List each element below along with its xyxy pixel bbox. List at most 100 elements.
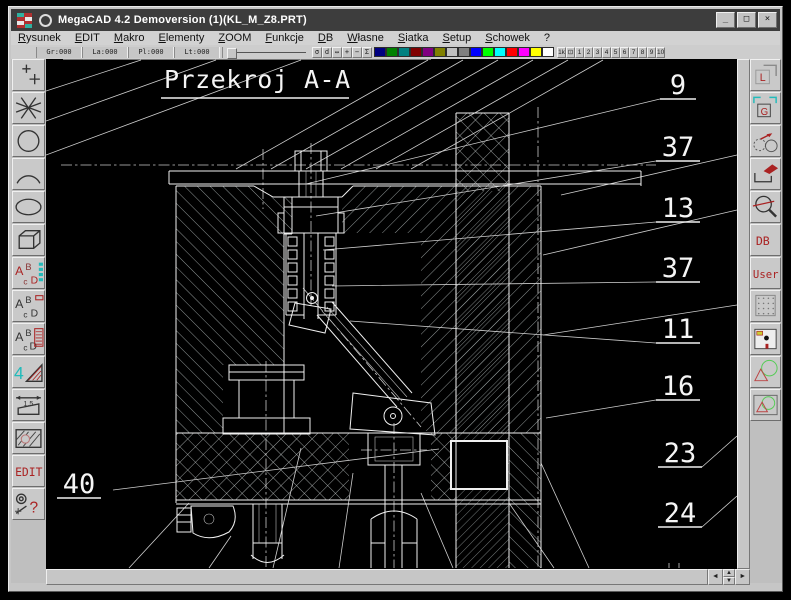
minimize-button[interactable]: _	[716, 12, 735, 28]
points-tool-button[interactable]	[12, 59, 45, 91]
megacad-logo-icon	[17, 13, 32, 28]
grid-tool-button[interactable]	[750, 290, 781, 322]
arc-icon	[13, 159, 44, 189]
pan-left-button[interactable]: ◄	[708, 569, 723, 585]
arc-tool-button[interactable]	[12, 158, 45, 190]
mini-button-4[interactable]: −	[352, 47, 362, 58]
menu-siatka[interactable]: Siatka	[391, 32, 436, 44]
edit-tool-button[interactable]: EDIT	[12, 455, 45, 487]
menu-rysunek[interactable]: Rysunek	[11, 32, 68, 44]
dimension-tool-button[interactable]: 1.5	[12, 389, 45, 421]
menu-?[interactable]: ?	[537, 32, 557, 44]
text-block-tool-button[interactable]: ABcD	[12, 323, 45, 355]
color-swatch-13[interactable]	[530, 47, 542, 57]
mini-button-5[interactable]: Σ	[362, 47, 372, 58]
view-button-9[interactable]: 8	[638, 47, 647, 58]
color-swatch-11[interactable]	[506, 47, 518, 57]
mini-button-1[interactable]: d	[322, 47, 332, 58]
view-button-10[interactable]: 9	[647, 47, 656, 58]
db-tool-button[interactable]: DB	[750, 224, 781, 256]
color-swatch-8[interactable]	[470, 47, 482, 57]
top-toolbar: Gr:000La:000Pl:000Lt:000 σd↔+−Σ 1k⊡12345…	[11, 45, 780, 59]
text-tool-button[interactable]: ABcD	[12, 290, 45, 322]
status-button-2[interactable]: Pl:000	[128, 47, 174, 58]
horizontal-scrollbar[interactable]	[46, 569, 708, 585]
color-swatch-14[interactable]	[542, 47, 554, 57]
color-swatch-10[interactable]	[494, 47, 506, 57]
group-g-tool-button[interactable]: G	[750, 92, 781, 124]
menu-zoom[interactable]: ZOOM	[211, 32, 258, 44]
status-button-0[interactable]: Gr:000	[36, 47, 82, 58]
slider-thumb[interactable]	[227, 48, 237, 59]
color-swatch-2[interactable]	[398, 47, 410, 57]
view-button-3[interactable]: 2	[584, 47, 593, 58]
user-tool-button[interactable]: User	[750, 257, 781, 289]
system-menu-icon[interactable]	[39, 14, 52, 27]
snap-tool-button[interactable]	[750, 323, 781, 355]
svg-text:c: c	[23, 310, 27, 319]
vertical-scrollbar[interactable]	[737, 59, 750, 569]
color-swatch-9[interactable]	[482, 47, 494, 57]
color-swatch-6[interactable]	[446, 47, 458, 57]
view-button-8[interactable]: 7	[629, 47, 638, 58]
cad-drawing: Przekroj A-A 93713371116232440	[46, 59, 737, 569]
svg-text:?: ?	[30, 499, 39, 516]
surface-tool-button[interactable]	[750, 158, 781, 190]
view-button-1[interactable]: ⊡	[566, 47, 575, 58]
close-button[interactable]: ×	[758, 12, 777, 28]
svg-text:D: D	[31, 275, 38, 286]
color-swatch-0[interactable]	[374, 47, 386, 57]
lines-tool-button[interactable]	[12, 92, 45, 124]
view-buttons: 1k⊡12345678910	[557, 47, 665, 58]
menu-edit[interactable]: EDIT	[68, 32, 107, 44]
hatch-tool-button[interactable]	[12, 422, 45, 454]
pan-up-button[interactable]: ▲	[723, 569, 736, 577]
color-swatch-7[interactable]	[458, 47, 470, 57]
hatch-dim-tool-button[interactable]: 4	[12, 356, 45, 388]
zoom-slider[interactable]	[222, 47, 310, 58]
menu-setup[interactable]: Setup	[435, 32, 478, 44]
menu-makro[interactable]: Makro	[107, 32, 152, 44]
drawing-canvas[interactable]: Przekroj A-A 93713371116232440	[46, 59, 737, 569]
help-icon: ?	[13, 489, 44, 519]
move-tool-button[interactable]	[750, 125, 781, 157]
color-swatch-4[interactable]	[422, 47, 434, 57]
menu-schowek[interactable]: Schowek	[478, 32, 537, 44]
zoom-redline-tool-button[interactable]	[750, 191, 781, 223]
circle-tool-button[interactable]	[12, 125, 45, 157]
mini-button-2[interactable]: ↔	[332, 47, 342, 58]
color-swatch-12[interactable]	[518, 47, 530, 57]
menu-elementy[interactable]: Elementy	[151, 32, 211, 44]
layer-l-tool-button[interactable]: L	[750, 59, 781, 91]
menu-funkcje[interactable]: Funkcje	[258, 32, 311, 44]
pan-down-button[interactable]: ▼	[723, 577, 736, 585]
maximize-button[interactable]: □	[737, 12, 756, 28]
view-button-0[interactable]: 1k	[557, 47, 566, 58]
color-swatch-5[interactable]	[434, 47, 446, 57]
status-button-3[interactable]: Lt:000	[174, 47, 220, 58]
view-button-6[interactable]: 5	[611, 47, 620, 58]
view-button-2[interactable]: 1	[575, 47, 584, 58]
menu-wasne[interactable]: Własne	[340, 32, 391, 44]
group-g-icon: G	[751, 93, 780, 123]
text-color-tool-button[interactable]: ABcD	[12, 257, 45, 289]
view-button-4[interactable]: 3	[593, 47, 602, 58]
vertical-scrollbar-thumb[interactable]	[737, 59, 750, 569]
menu-db[interactable]: DB	[311, 32, 340, 44]
svg-text:D: D	[31, 308, 38, 319]
view-button-5[interactable]: 4	[602, 47, 611, 58]
mini-button-0[interactable]: σ	[312, 47, 322, 58]
view-button-7[interactable]: 6	[620, 47, 629, 58]
shapes-tool-button[interactable]	[750, 356, 781, 388]
ellipse-tool-button[interactable]	[12, 191, 45, 223]
pan-right-button[interactable]: ►	[735, 569, 750, 585]
shapes-box-tool-button[interactable]	[750, 389, 781, 421]
help-tool-button[interactable]: ?	[12, 488, 45, 520]
view-button-11[interactable]: 10	[656, 47, 665, 58]
horizontal-scrollbar-thumb[interactable]	[46, 569, 708, 585]
status-button-1[interactable]: La:000	[82, 47, 128, 58]
mini-button-3[interactable]: +	[342, 47, 352, 58]
color-swatch-3[interactable]	[410, 47, 422, 57]
box3d-tool-button[interactable]	[12, 224, 45, 256]
color-swatch-1[interactable]	[386, 47, 398, 57]
